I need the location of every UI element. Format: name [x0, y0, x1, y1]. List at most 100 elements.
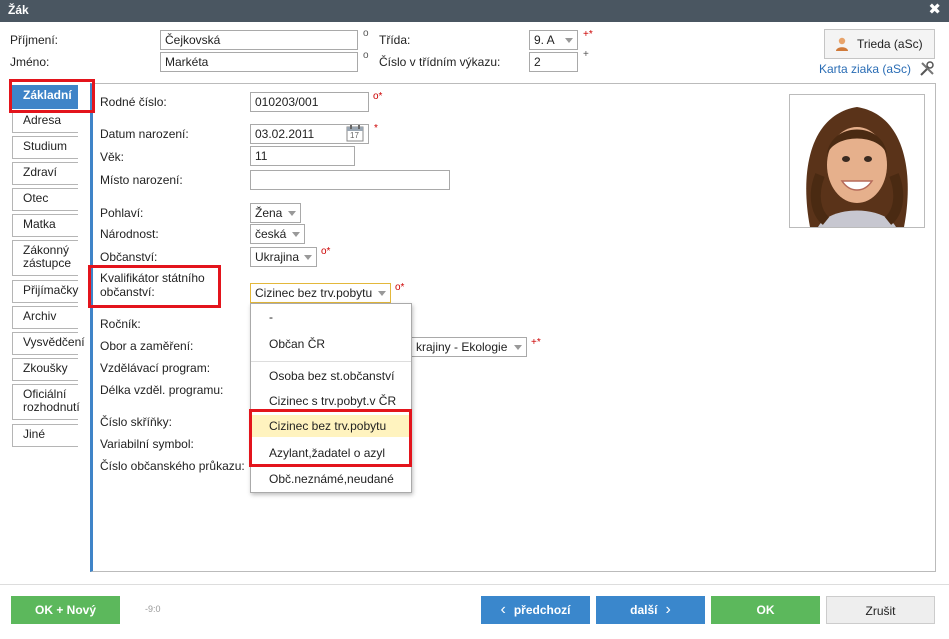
- kvalifikator-dropdown: - Občan ČR Osoba bez st.občanství Cizine…: [250, 303, 412, 493]
- chevron-down-icon: [378, 291, 386, 296]
- dropdown-option[interactable]: Azylant,žadatel o azyl: [251, 442, 411, 464]
- narodnost-select[interactable]: česká: [250, 224, 305, 244]
- chevron-right-icon: ›: [665, 601, 671, 618]
- tab-zdravi[interactable]: Zdraví: [12, 162, 78, 185]
- obor-label: Obor a zaměření:: [100, 339, 194, 353]
- tab-vysvedceni[interactable]: Vysvědčení: [12, 332, 85, 355]
- chevron-down-icon: [304, 255, 312, 260]
- user-icon: [836, 37, 848, 51]
- kvalifikator-label: Kvalifikátor státního občanství:: [100, 271, 205, 299]
- tab-label: Vysvědčení: [23, 335, 85, 349]
- dropdown-option[interactable]: Cizinec s trv.pobyt.v ČR: [251, 390, 411, 412]
- tab-zakladni[interactable]: Základní: [12, 85, 78, 109]
- narodnost-label: Národnost:: [100, 227, 159, 241]
- obcansky-prukaz-label: Číslo občanského průkazu:: [100, 459, 245, 473]
- next-label: další: [630, 603, 658, 617]
- classnum-marker: +: [583, 49, 589, 60]
- kvalifikator-marker: o*: [395, 282, 405, 293]
- rodne-cislo-input[interactable]: 010203/001: [250, 92, 369, 112]
- chevron-down-icon: [514, 345, 522, 350]
- tools-icon[interactable]: [919, 60, 936, 77]
- delka-programu-label: Délka vzděl. programu:: [100, 383, 224, 397]
- tab-label: Zkoušky: [23, 361, 68, 375]
- dropdown-option[interactable]: Obč.neznámé,neudané: [251, 468, 411, 490]
- trieda-asc-label: Trieda (aSc): [857, 37, 923, 51]
- dropdown-option-selected[interactable]: Cizinec bez trv.pobytu: [251, 415, 411, 437]
- tab-label: Oficiální rozhodnutí: [23, 387, 80, 414]
- tab-label: Zákonný zástupce: [23, 243, 72, 270]
- variabilni-symbol-label: Variabilní symbol:: [100, 437, 194, 451]
- misto-narozeni-input[interactable]: [250, 170, 450, 190]
- surname-input[interactable]: Čejkovská: [160, 30, 358, 50]
- window-title: Žák: [8, 3, 29, 17]
- name-marker: o: [363, 50, 369, 61]
- tab-jine[interactable]: Jiné: [12, 424, 78, 447]
- kvalifikator-value: Cizinec bez trv.pobytu: [255, 286, 373, 300]
- tab-zakonny-zastupce[interactable]: Zákonný zástupce: [12, 240, 78, 276]
- next-button[interactable]: další ›: [596, 596, 705, 624]
- rodne-cislo-label: Rodné číslo:: [100, 95, 167, 109]
- class-label: Třída:: [379, 33, 411, 47]
- rocnik-label: Ročník:: [100, 317, 141, 331]
- pohlavi-select[interactable]: Žena: [250, 203, 301, 223]
- misto-narozeni-label: Místo narození:: [100, 173, 183, 187]
- tab-label: Otec: [23, 191, 49, 205]
- calendar-day: 17: [350, 131, 359, 140]
- ok-button[interactable]: OK: [711, 596, 820, 624]
- tab-label: Archiv: [23, 309, 57, 323]
- trieda-asc-button[interactable]: Trieda (aSc): [824, 29, 935, 59]
- pohlavi-label: Pohlaví:: [100, 206, 144, 220]
- dropdown-option[interactable]: -: [251, 306, 411, 328]
- calendar-icon[interactable]: 17: [346, 125, 364, 142]
- previous-label: předchozí: [513, 603, 571, 617]
- obcanstvi-value: Ukrajina: [255, 250, 300, 264]
- tab-label: Matka: [23, 217, 56, 231]
- tab-label: Adresa: [23, 113, 62, 127]
- kvalifikator-select[interactable]: Cizinec bez trv.pobytu: [250, 283, 391, 303]
- classnum-input[interactable]: 2: [529, 52, 578, 72]
- tab-label: Studium: [23, 139, 68, 153]
- tab-label: Zdraví: [23, 165, 58, 179]
- tab-label: Základní: [23, 88, 72, 102]
- class-marker: +*: [583, 29, 593, 40]
- cislo-skrinky-label: Číslo skříňky:: [100, 415, 173, 429]
- tab-otec[interactable]: Otec: [12, 188, 78, 211]
- title-bar: Žák ✖: [0, 0, 949, 22]
- dropdown-separator: [251, 466, 411, 467]
- portrait-image: [790, 95, 924, 227]
- close-icon[interactable]: ✖: [928, 2, 941, 18]
- tab-label: Přijímačky: [23, 283, 79, 297]
- karta-ziaka-link[interactable]: Karta ziaka (aSc): [819, 62, 911, 76]
- vek-input[interactable]: 11: [250, 146, 355, 166]
- cancel-button[interactable]: Zrušit: [826, 596, 935, 624]
- tab-matka[interactable]: Matka: [12, 214, 78, 237]
- obor-value: krajiny - Ekologie: [416, 340, 508, 354]
- class-select[interactable]: 9. A: [529, 30, 578, 50]
- tab-oficialni-rozhodnuti[interactable]: Oficiální rozhodnutí: [12, 384, 80, 420]
- obcanstvi-label: Občanství:: [100, 250, 158, 264]
- obcanstvi-select[interactable]: Ukrajina: [250, 247, 317, 267]
- record-counter: -9:0: [145, 604, 161, 614]
- chevron-down-icon: [292, 232, 300, 237]
- tab-zkousky[interactable]: Zkoušky: [12, 358, 78, 381]
- obor-marker: +*: [531, 337, 541, 348]
- obcanstvi-marker: o*: [321, 246, 331, 257]
- tab-adresa[interactable]: Adresa: [12, 110, 78, 133]
- name-input[interactable]: Markéta: [160, 52, 358, 72]
- obor-select[interactable]: krajiny - Ekologie: [405, 337, 527, 357]
- rodne-cislo-marker: o*: [373, 91, 383, 102]
- datum-marker: *: [374, 123, 378, 134]
- tab-archiv[interactable]: Archiv: [12, 306, 78, 329]
- pohlavi-value: Žena: [255, 206, 283, 220]
- dropdown-option[interactable]: Osoba bez st.občanství: [251, 365, 411, 387]
- tab-studium[interactable]: Studium: [12, 136, 78, 159]
- surname-marker: o: [363, 28, 369, 39]
- previous-button[interactable]: ‹ předchozí: [481, 596, 590, 624]
- ok-new-button[interactable]: OK + Nový: [11, 596, 120, 624]
- vzdelavaci-program-label: Vzdělávací program:: [100, 361, 211, 375]
- chevron-down-icon: [288, 211, 296, 216]
- tab-label: Jiné: [23, 427, 46, 441]
- vek-label: Věk:: [100, 150, 125, 164]
- tab-prijimacky[interactable]: Přijímačky: [12, 280, 78, 303]
- dropdown-option[interactable]: Občan ČR: [251, 333, 411, 355]
